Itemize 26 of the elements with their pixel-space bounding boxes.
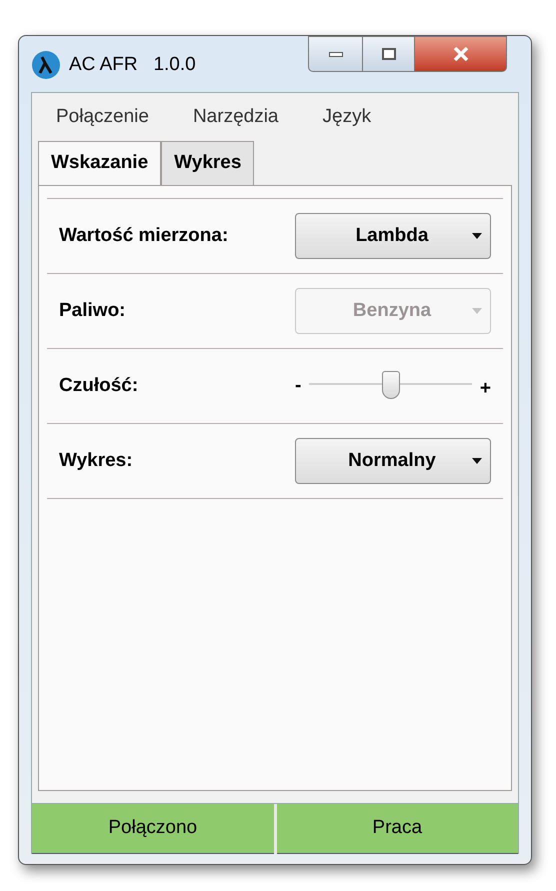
dropdown[interactable]: Lambda xyxy=(295,213,491,259)
tab[interactable]: Wskazanie xyxy=(38,141,162,185)
caret-icon xyxy=(472,233,482,239)
minimize-button[interactable] xyxy=(308,36,363,72)
close-icon xyxy=(452,47,468,61)
slider-thumb[interactable] xyxy=(382,371,400,399)
setting-label: Wartość mierzona: xyxy=(59,224,228,248)
tab[interactable]: Wykres xyxy=(161,141,254,185)
caret-icon xyxy=(472,308,482,314)
setting-label: Paliwo: xyxy=(59,298,126,323)
status-field: Praca xyxy=(276,804,518,854)
menu-item[interactable]: Połączenie xyxy=(56,102,149,132)
maximize-button[interactable] xyxy=(363,36,415,72)
dropdown[interactable]: Normalny xyxy=(295,438,491,484)
plus-label: + xyxy=(480,376,491,401)
status-field: Połączono xyxy=(32,804,274,854)
slider-track[interactable] xyxy=(309,371,472,401)
window-title: AC AFR 1.0.0 xyxy=(69,52,196,77)
menu-item[interactable]: Narzędzia xyxy=(192,102,278,132)
menu-item[interactable]: Język xyxy=(322,102,372,132)
close-button[interactable] xyxy=(415,36,507,72)
minus-label: - xyxy=(295,374,302,398)
caret-icon xyxy=(472,458,482,464)
lambda-logo-icon xyxy=(31,50,61,80)
setting-label: Czułość: xyxy=(59,374,138,398)
setting-label: Wykres: xyxy=(59,448,133,473)
